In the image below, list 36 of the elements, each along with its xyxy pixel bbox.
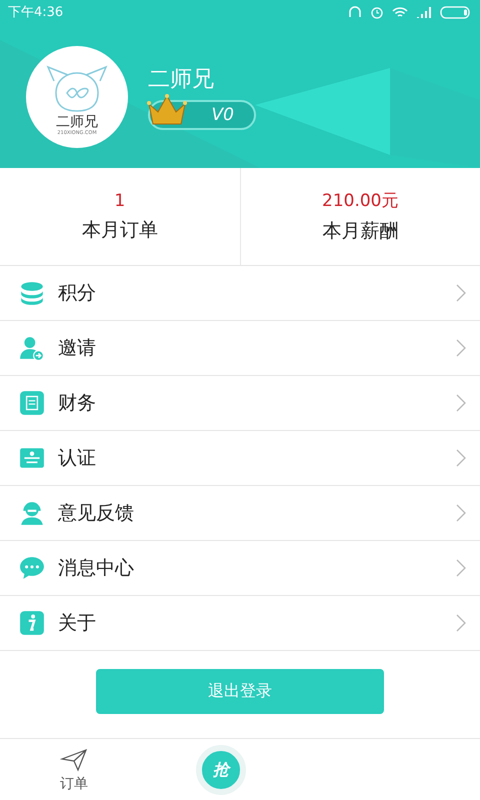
chevron-icon xyxy=(456,339,466,357)
tab-item[interactable]: 订单 xyxy=(60,748,88,792)
signal-icon xyxy=(416,6,432,18)
headset-icon xyxy=(348,5,362,19)
menu-item[interactable]: 积分 xyxy=(0,266,480,321)
chevron-icon xyxy=(456,504,466,522)
chevron-icon xyxy=(456,284,466,302)
menu-icon xyxy=(19,280,45,306)
chevron-icon xyxy=(456,614,466,632)
wifi-icon xyxy=(392,6,408,18)
stat-label: 本月薪酬 xyxy=(322,219,398,244)
battery-icon xyxy=(440,6,472,18)
user-name: 二师兄 xyxy=(148,66,215,94)
menu-item[interactable]: 财务 xyxy=(0,376,480,431)
menu-icon xyxy=(19,500,45,526)
menu-icon xyxy=(19,555,45,581)
stat-value: 1 xyxy=(114,190,126,210)
menu-icon xyxy=(19,610,45,636)
alarm-icon xyxy=(370,5,384,19)
menu-item[interactable]: 邀请 xyxy=(0,321,480,376)
status-time: 下午4:36 xyxy=(8,4,64,21)
logo-title: 二师兄 xyxy=(56,115,98,129)
level-text: V0 xyxy=(212,105,234,125)
send-icon xyxy=(60,748,88,772)
stat-label: 本月订单 xyxy=(82,218,158,242)
menu-item[interactable]: 意见反馈 xyxy=(0,486,480,541)
chevron-icon xyxy=(456,559,466,577)
chevron-icon xyxy=(456,449,466,467)
menu-item[interactable]: 关于 xyxy=(0,596,480,651)
stat-value: 210.00元 xyxy=(322,190,398,212)
menu-item[interactable]: 认证 xyxy=(0,431,480,486)
menu-icon xyxy=(19,390,45,416)
chevron-icon xyxy=(456,394,466,412)
menu-icon xyxy=(19,335,45,361)
menu-item[interactable]: 消息中心 xyxy=(0,541,480,596)
crown-icon xyxy=(146,92,188,126)
